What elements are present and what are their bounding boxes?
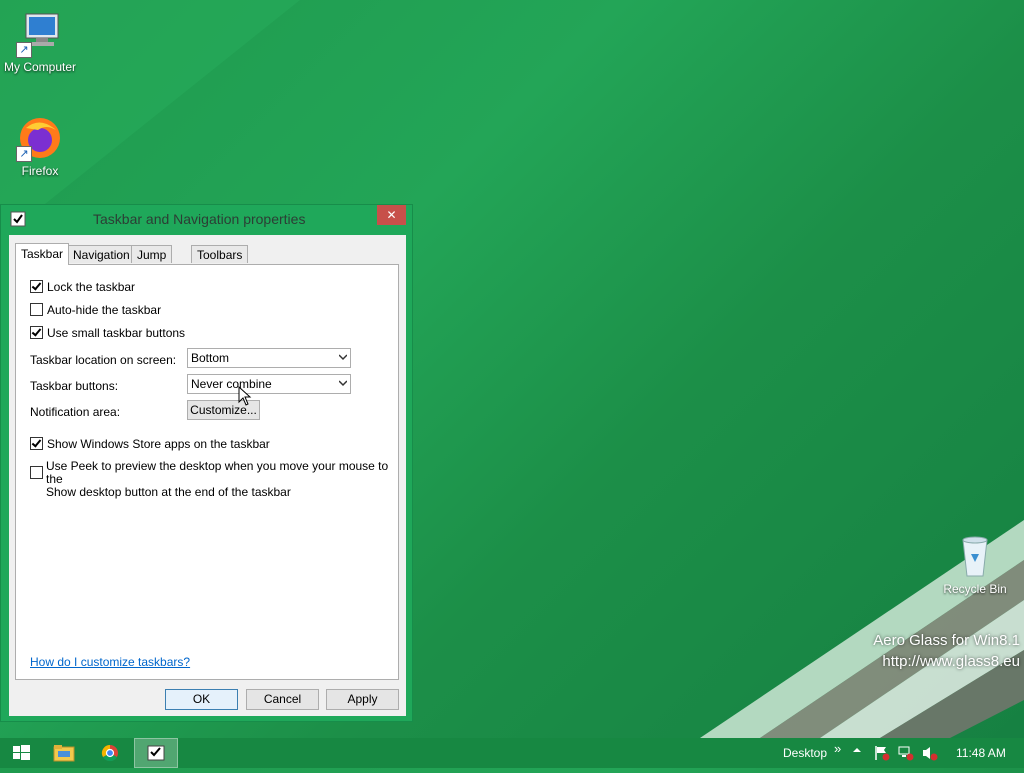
- location-label: Taskbar location on screen:: [30, 353, 177, 367]
- option-label: Show desktop button at the end of the ta…: [46, 485, 291, 499]
- desktop-icon-label: My Computer: [3, 60, 77, 74]
- toolbar-chevron-icon[interactable]: »: [834, 741, 841, 756]
- taskbar-properties-dialog: Taskbar and Navigation properties ✕ Task…: [0, 204, 413, 722]
- mouse-cursor-icon: [238, 386, 252, 406]
- tab-toolbars[interactable]: Toolbars: [191, 245, 249, 263]
- chevron-down-icon: [339, 380, 347, 387]
- option-label: Use Peek to preview the desktop when you…: [46, 459, 389, 486]
- desktop-icon-firefox[interactable]: ↗ Firefox: [0, 114, 80, 178]
- close-button[interactable]: ✕: [377, 205, 406, 225]
- desktop-icon-label: Recycle Bin: [943, 582, 1007, 596]
- windows-logo-icon: [13, 745, 30, 760]
- small-buttons-checkbox[interactable]: [30, 326, 43, 339]
- lock-taskbar-checkbox[interactable]: [30, 280, 43, 293]
- taskbar-properties-icon: [147, 745, 165, 761]
- taskbar-location-select[interactable]: Bottom: [187, 348, 351, 368]
- start-button[interactable]: [0, 738, 44, 768]
- notification-label: Notification area:: [30, 405, 121, 419]
- option-label: Lock the taskbar: [47, 280, 136, 294]
- taskbar-chrome[interactable]: [88, 738, 132, 768]
- tab-jump-lists[interactable]: Jump Lists: [131, 245, 173, 280]
- watermark-url: http://www.glass8.eu: [882, 653, 1020, 670]
- cancel-button[interactable]: Cancel: [246, 689, 319, 710]
- help-link[interactable]: How do I customize taskbars?: [30, 655, 190, 669]
- taskbar-properties-window[interactable]: [134, 738, 178, 768]
- ok-button[interactable]: OK: [165, 689, 238, 710]
- volume-muted-icon[interactable]: [922, 745, 938, 764]
- firefox-icon: ↗: [16, 114, 64, 162]
- store-apps-option[interactable]: Show Windows Store apps on the taskbar: [30, 437, 270, 451]
- aero-glass-watermark: Aero Glass for Win8.1 http://www.glass8.…: [873, 630, 1020, 672]
- tab-taskbar[interactable]: Taskbar: [15, 243, 70, 265]
- shortcut-arrow-icon: ↗: [16, 42, 32, 58]
- store-apps-checkbox[interactable]: [30, 437, 43, 450]
- clock[interactable]: 11:48 AM: [956, 746, 1006, 760]
- network-icon[interactable]: [898, 745, 914, 764]
- select-value: Bottom: [191, 351, 230, 365]
- taskbar-buttons-select[interactable]: Never combine: [187, 374, 351, 394]
- taskbar-properties-icon: [10, 211, 26, 227]
- shortcut-arrow-icon: ↗: [16, 146, 32, 162]
- option-label: Auto-hide the taskbar: [47, 303, 162, 317]
- option-label: Use small taskbar buttons: [47, 326, 186, 340]
- computer-icon: ↗: [16, 10, 64, 58]
- peek-option[interactable]: Use Peek to preview the desktop when you…: [30, 460, 398, 499]
- action-center-flag-icon[interactable]: [874, 745, 890, 764]
- lock-taskbar-option[interactable]: Lock the taskbar: [30, 280, 135, 294]
- taskbar-tab-panel: Lock the taskbar Auto-hide the taskbar U…: [15, 264, 399, 680]
- taskbar-file-explorer[interactable]: [42, 738, 86, 768]
- taskbar: Desktop » 11:48 AM: [0, 738, 1024, 768]
- desktop-toolbar-label[interactable]: Desktop: [783, 746, 827, 760]
- close-icon: ✕: [386, 208, 397, 222]
- folder-icon: [53, 745, 75, 762]
- dialog-titlebar[interactable]: Taskbar and Navigation properties ✕: [1, 205, 412, 233]
- buttons-label: Taskbar buttons:: [30, 379, 119, 393]
- chevron-up-icon: [853, 748, 861, 752]
- desktop-icon-label: Firefox: [21, 164, 59, 178]
- chrome-icon: [101, 744, 118, 762]
- option-label: Show Windows Store apps on the taskbar: [47, 437, 270, 451]
- show-hidden-icons-button[interactable]: [852, 744, 862, 759]
- recycle-bin-icon: [951, 532, 999, 580]
- dialog-title: Taskbar and Navigation properties: [93, 211, 306, 227]
- desktop-icon-recycle-bin[interactable]: Recycle Bin: [935, 532, 1015, 596]
- apply-button[interactable]: Apply: [326, 689, 399, 710]
- dialog-client: Taskbar Navigation Jump Lists Toolbars L…: [9, 235, 406, 716]
- desktop-icon-my-computer[interactable]: ↗ My Computer: [0, 10, 80, 74]
- autohide-checkbox[interactable]: [30, 303, 43, 316]
- watermark-line: Aero Glass for Win8.1: [873, 632, 1020, 649]
- small-buttons-option[interactable]: Use small taskbar buttons: [30, 326, 185, 340]
- select-value: Never combine: [191, 377, 272, 391]
- tab-navigation[interactable]: Navigation: [67, 245, 136, 263]
- chevron-down-icon: [339, 354, 347, 361]
- peek-checkbox[interactable]: [30, 466, 43, 479]
- autohide-option[interactable]: Auto-hide the taskbar: [30, 303, 161, 317]
